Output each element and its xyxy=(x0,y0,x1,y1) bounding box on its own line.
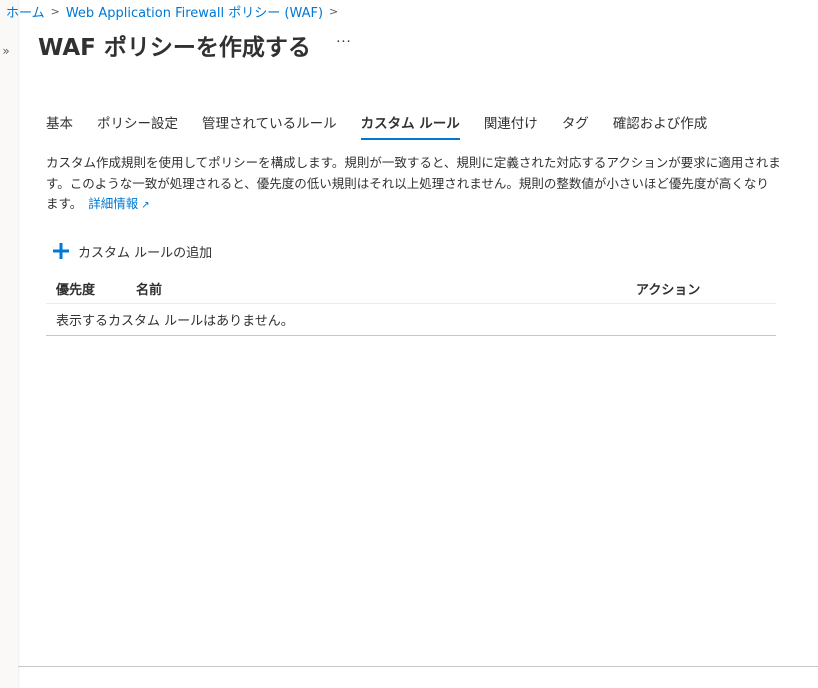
chevron-right-icon: > xyxy=(50,4,60,18)
left-rail: » xyxy=(0,0,18,688)
tab-basics[interactable]: 基本 xyxy=(46,112,73,140)
plus-icon xyxy=(53,243,69,259)
empty-table-message: 表示するカスタム ルールはありません。 xyxy=(46,304,776,336)
breadcrumb-waf-link[interactable]: Web Application Firewall ポリシー (WAF) xyxy=(66,2,323,21)
external-link-icon: ↗ xyxy=(141,200,150,211)
learn-more-label: 詳細情報 xyxy=(88,196,139,211)
tab-tags[interactable]: タグ xyxy=(562,112,589,140)
chevron-right-icon: > xyxy=(329,4,339,18)
column-header-name[interactable]: 名前 xyxy=(136,279,636,298)
expand-chevron-icon[interactable]: » xyxy=(0,44,12,58)
column-header-action[interactable]: アクション xyxy=(636,279,700,298)
tab-bar: 基本 ポリシー設定 管理されているルール カスタム ルール 関連付け タグ 確認… xyxy=(46,112,731,142)
tab-managed-rules[interactable]: 管理されているルール xyxy=(202,112,337,140)
more-options-button[interactable]: ··· xyxy=(334,34,354,52)
tab-review-create[interactable]: 確認および作成 xyxy=(613,112,708,140)
tab-custom-rules[interactable]: カスタム ルール xyxy=(360,112,460,140)
add-custom-rule-button[interactable]: カスタム ルールの追加 xyxy=(52,240,212,262)
tab-policy-settings[interactable]: ポリシー設定 xyxy=(97,112,178,140)
add-custom-rule-label: カスタム ルールの追加 xyxy=(78,245,213,261)
table-header: 優先度 名前 アクション xyxy=(46,274,776,304)
custom-rules-table: 優先度 名前 アクション 表示するカスタム ルールはありません。 xyxy=(46,274,776,336)
footer-divider xyxy=(18,666,818,667)
tab-association[interactable]: 関連付け xyxy=(484,112,538,140)
breadcrumb: ホーム > Web Application Firewall ポリシー (WAF… xyxy=(6,2,344,21)
column-header-priority[interactable]: 優先度 xyxy=(46,279,136,298)
page-title: WAF ポリシーを作成する xyxy=(38,35,311,61)
description: カスタム作成規則を使用してポリシーを構成します。規則が一致すると、規則に定義され… xyxy=(46,153,781,217)
learn-more-link[interactable]: 詳細情報 ↗ xyxy=(88,196,149,211)
breadcrumb-home-link[interactable]: ホーム xyxy=(6,2,45,21)
description-text: カスタム作成規則を使用してポリシーを構成します。規則が一致すると、規則に定義され… xyxy=(46,155,781,211)
